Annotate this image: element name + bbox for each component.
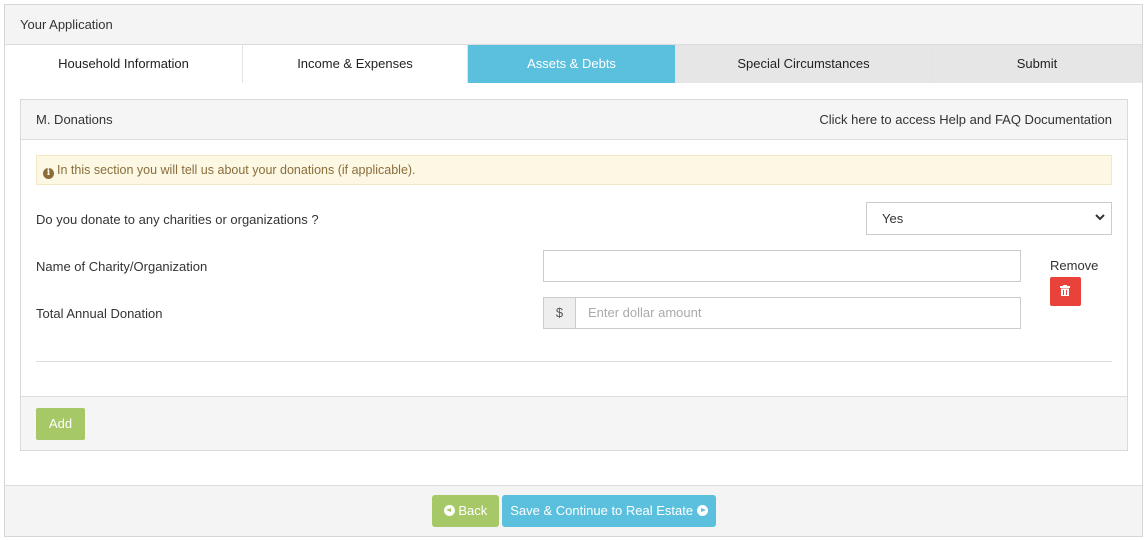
back-button-label: Back: [458, 503, 488, 518]
currency-addon: $: [543, 297, 576, 329]
tab-special-circumstances[interactable]: Special Circumstances: [676, 45, 932, 83]
annual-donation-input[interactable]: Enter dollar amount: [576, 297, 1021, 329]
annual-donation-label: Total Annual Donation: [36, 306, 163, 321]
section-divider: [36, 361, 1112, 362]
tab-income-expenses[interactable]: Income & Expenses: [243, 45, 468, 83]
tab-assets-debts[interactable]: Assets & Debts: [468, 45, 676, 83]
donate-select-value: Yes: [882, 211, 904, 226]
charity-name-input[interactable]: [543, 250, 1021, 282]
remove-button[interactable]: [1050, 277, 1081, 306]
arrow-left-circle-icon: [443, 505, 455, 516]
trash-icon: [1060, 285, 1070, 296]
help-link[interactable]: Click here to access Help and FAQ Docume…: [819, 100, 1112, 139]
info-icon: i: [43, 168, 54, 179]
info-alert: i In this section you will tell us about …: [36, 155, 1112, 185]
application-header: Your Application: [5, 5, 1142, 45]
donate-select[interactable]: Yes: [866, 202, 1112, 235]
panel-footer: Add: [21, 396, 1127, 450]
charity-name-label: Name of Charity/Organization: [36, 259, 208, 274]
donations-panel: M. Donations Click here to access Help a…: [20, 99, 1128, 451]
alert-text: In this section you will tell us about y…: [57, 163, 416, 177]
annual-donation-group: $ Enter dollar amount: [543, 297, 1021, 329]
panel-header: M. Donations Click here to access Help a…: [21, 100, 1127, 140]
donate-question-label: Do you donate to any charities or organi…: [36, 212, 319, 227]
save-continue-button[interactable]: Save & Continue to Real Estate: [502, 495, 716, 527]
save-continue-label: Save & Continue to Real Estate: [510, 503, 694, 518]
application-title: Your Application: [20, 17, 113, 32]
tab-submit[interactable]: Submit: [932, 45, 1142, 83]
step-tabs: Household Information Income & Expenses …: [5, 45, 1142, 83]
application-container: Your Application Household Information I…: [4, 4, 1143, 537]
arrow-right-circle-icon: [696, 505, 708, 516]
remove-label: Remove: [1050, 258, 1099, 273]
tab-household-information[interactable]: Household Information: [5, 45, 243, 83]
back-button[interactable]: Back: [432, 495, 499, 527]
add-button[interactable]: Add: [36, 408, 85, 440]
panel-title: M. Donations: [36, 112, 113, 127]
chevron-down-icon: [1095, 203, 1105, 234]
page-footer: Back Save & Continue to Real Estate: [5, 485, 1142, 536]
